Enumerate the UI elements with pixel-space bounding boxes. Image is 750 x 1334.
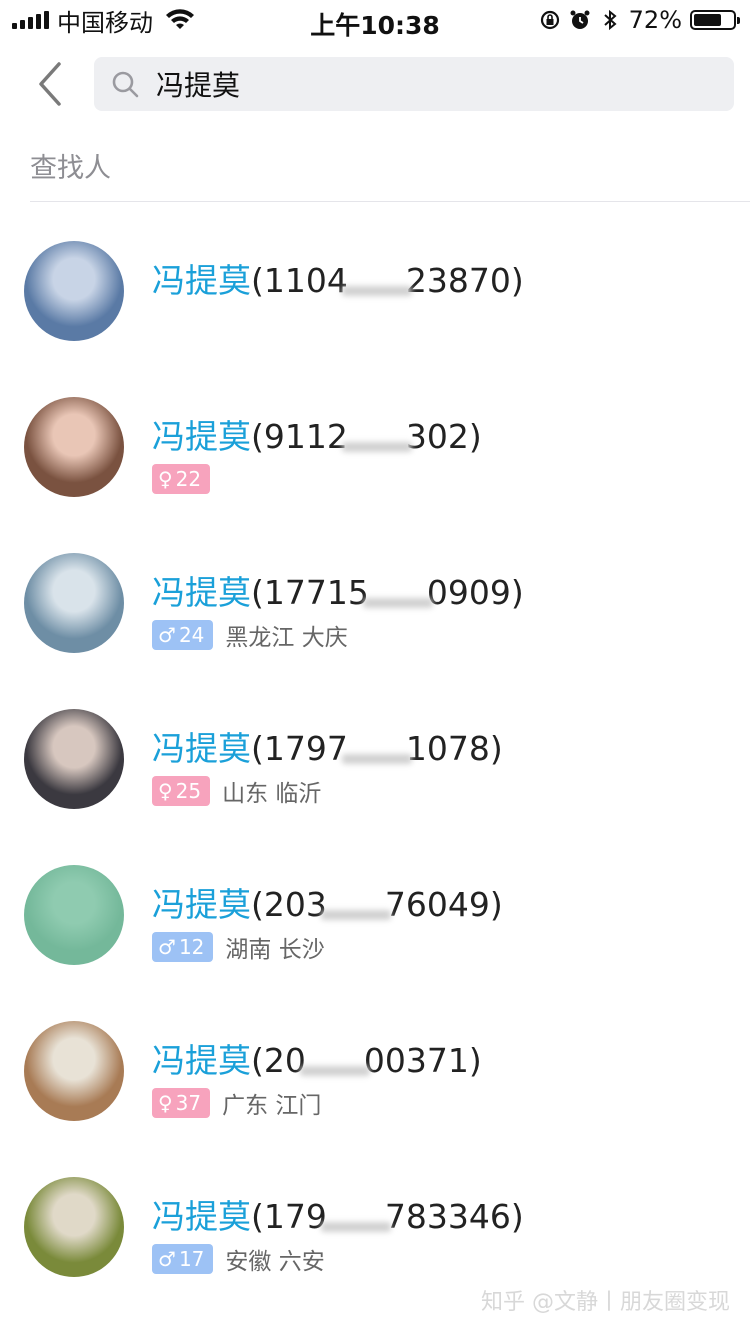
result-meta: ♂ 17 安徽 六安 [152, 1244, 325, 1275]
result-meta: ♂ 12 湖南 长沙 [152, 932, 325, 963]
status-bar: 中国移动 上午10:38 72% [0, 0, 750, 40]
result-id-start: (17715 [251, 573, 369, 612]
age-value: 17 [178, 1247, 205, 1271]
result-id-start: (1797 [251, 729, 348, 768]
result-id-end: 23870) [405, 261, 524, 300]
status-right: 72% [539, 6, 740, 34]
result-location: 湖南 长沙 [225, 937, 325, 963]
age-value: 25 [175, 779, 202, 803]
result-id-end: 0909) [426, 573, 524, 612]
avatar[interactable] [24, 1177, 124, 1277]
result-name: 冯提莫(1797 1078) [152, 722, 503, 770]
redaction-blur [320, 910, 391, 920]
redaction-blur [320, 1222, 391, 1232]
avatar[interactable] [24, 709, 124, 809]
list-item[interactable]: 冯提莫(9112 302) ♀ 22 [0, 370, 750, 526]
result-name-highlight: 冯提莫 [152, 729, 251, 768]
result-id-end: 00371) [363, 1041, 482, 1080]
result-name-highlight: 冯提莫 [152, 261, 251, 300]
redaction-blur [341, 286, 412, 296]
male-age-badge: ♂ 12 [152, 932, 214, 962]
avatar[interactable] [24, 397, 124, 497]
list-item[interactable]: 冯提莫(179 783346) ♂ 17 安徽 六安 [0, 1150, 750, 1306]
search-bar[interactable] [94, 57, 734, 111]
divider [30, 201, 750, 202]
bluetooth-icon [603, 9, 617, 31]
male-icon: ♂ [158, 1247, 176, 1271]
male-age-badge: ♂ 17 [152, 1244, 214, 1274]
redaction-blur [341, 442, 412, 452]
result-name-highlight: 冯提莫 [152, 1041, 251, 1080]
result-id-start: (1104 [251, 261, 348, 300]
female-icon: ♀ [158, 1091, 173, 1115]
search-icon [112, 71, 139, 98]
male-age-badge: ♂ 24 [152, 620, 214, 650]
result-meta: ♀ 37 广东 江门 [152, 1088, 322, 1119]
redaction-blur [362, 598, 433, 608]
result-id-start: (20 [251, 1041, 306, 1080]
battery-icon [690, 10, 740, 30]
female-icon: ♀ [158, 467, 173, 491]
result-id-end: 1078) [405, 729, 503, 768]
result-id-end: 783346) [384, 1197, 524, 1236]
female-icon: ♀ [158, 779, 173, 803]
result-meta: ♀ 22 [152, 464, 222, 494]
result-name: 冯提莫(17715 0909) [152, 566, 524, 614]
result-name: 冯提莫(9112 302) [152, 410, 482, 458]
result-id-start: (9112 [251, 417, 348, 456]
result-name-highlight: 冯提莫 [152, 885, 251, 924]
age-value: 12 [178, 935, 205, 959]
result-name-highlight: 冯提莫 [152, 417, 251, 456]
age-value: 22 [175, 467, 202, 491]
result-id-start: (203 [251, 885, 327, 924]
result-location: 安徽 六安 [225, 1249, 325, 1275]
list-item[interactable]: 冯提莫(1104 23870) [0, 214, 750, 370]
list-item[interactable]: 冯提莫(20 00371) ♀ 37 广东 江门 [0, 994, 750, 1150]
result-name: 冯提莫(1104 23870) [152, 254, 524, 302]
avatar[interactable] [24, 1021, 124, 1121]
male-icon: ♂ [158, 623, 176, 647]
age-value: 24 [178, 623, 205, 647]
battery-level-fill [694, 14, 722, 26]
redaction-blur [341, 754, 412, 764]
avatar[interactable] [24, 865, 124, 965]
result-id-start: (179 [251, 1197, 327, 1236]
search-input[interactable] [156, 57, 716, 111]
result-location: 黑龙江 大庆 [225, 625, 348, 651]
list-item[interactable]: 冯提莫(17715 0909) ♂ 24 黑龙江 大庆 [0, 526, 750, 682]
male-icon: ♂ [158, 935, 176, 959]
chevron-left-icon[interactable] [34, 60, 64, 108]
result-meta: ♀ 25 山东 临沂 [152, 776, 322, 807]
result-list: 冯提莫(1104 23870) 冯提莫(9112 302) ♀ 22 冯提莫(17715 09… [0, 214, 750, 1306]
age-value: 37 [175, 1091, 202, 1115]
result-id-end: 76049) [384, 885, 503, 924]
rotation-lock-icon [540, 10, 559, 30]
result-id-end: 302) [405, 417, 482, 456]
battery-percentage: 72% [628, 6, 682, 34]
female-age-badge: ♀ 22 [152, 464, 211, 494]
result-meta: ♂ 24 黑龙江 大庆 [152, 620, 348, 651]
list-item[interactable]: 冯提莫(1797 1078) ♀ 25 山东 临沂 [0, 682, 750, 838]
result-location: 山东 临沂 [222, 781, 322, 807]
alarm-icon [570, 10, 590, 29]
female-age-badge: ♀ 37 [152, 1088, 211, 1118]
result-name-highlight: 冯提莫 [152, 1197, 251, 1236]
redaction-blur [299, 1066, 370, 1076]
watermark: 知乎 @文静丨朋友圈变现 [481, 1290, 730, 1315]
list-item[interactable]: 冯提莫(203 76049) ♂ 12 湖南 长沙 [0, 838, 750, 994]
result-name-highlight: 冯提莫 [152, 573, 251, 612]
result-location: 广东 江门 [222, 1093, 322, 1119]
avatar[interactable] [24, 553, 124, 653]
avatar[interactable] [24, 241, 124, 341]
section-title: 查找人 [30, 153, 111, 184]
female-age-badge: ♀ 25 [152, 776, 211, 806]
